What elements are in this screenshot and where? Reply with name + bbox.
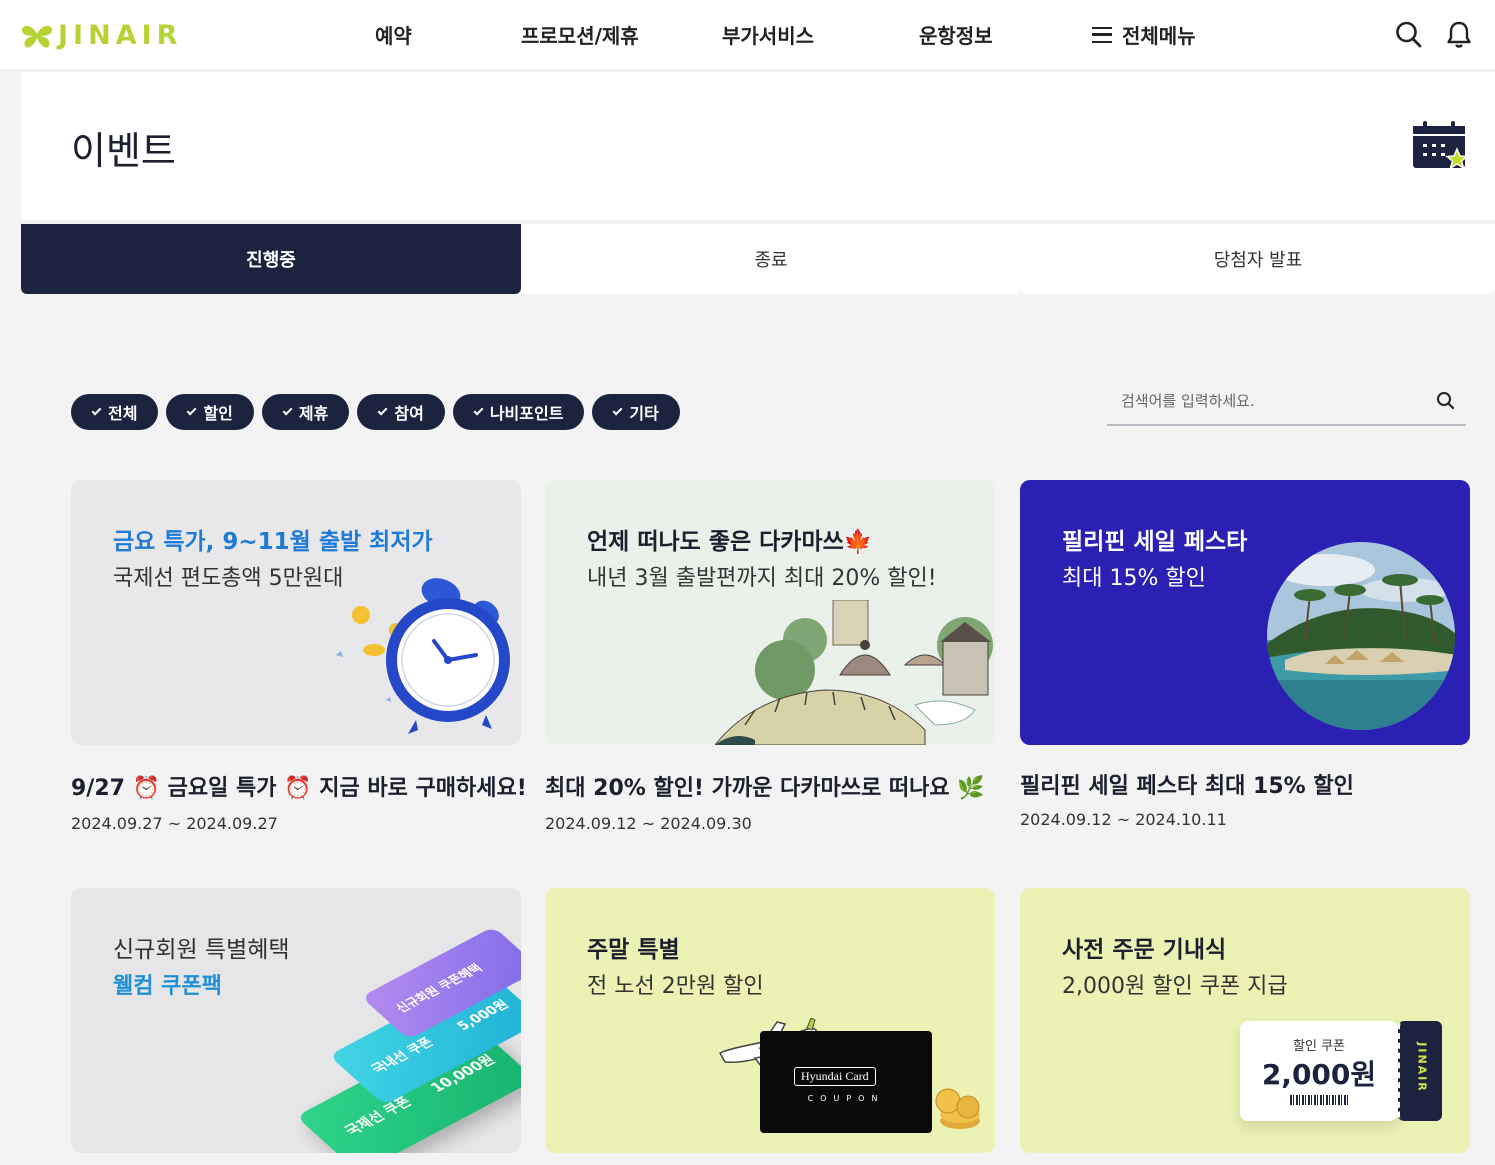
event-card[interactable]: 언제 떠나도 좋은 다카마쓰🍁 내년 3월 출발편까지 최대 20% 할인! 최…: [545, 480, 995, 833]
nav-promotion[interactable]: 프로모션/제휴: [521, 20, 639, 49]
hamburger-icon: [1092, 26, 1112, 43]
coupon-label: 국내선 쿠폰: [368, 1035, 438, 1077]
event-search: [1107, 379, 1466, 426]
tab-ended[interactable]: 종료: [521, 224, 1021, 294]
nav-flight-info[interactable]: 운항정보: [919, 20, 993, 49]
banner-subline: 내년 3월 출발편까지 최대 20% 할인!: [587, 566, 937, 591]
event-banner[interactable]: 금요 특가, 9~11월 출발 최저가 국제선 편도총액 5만원대: [71, 480, 521, 745]
coupon-label: 할인 쿠폰: [1293, 1039, 1345, 1054]
filter-label: 할인: [203, 404, 233, 423]
butterfly-icon: [22, 25, 52, 48]
event-title[interactable]: 필리핀 세일 페스타 최대 15% 할인: [1020, 768, 1354, 800]
check-icon: [377, 405, 388, 415]
takamatsu-illustration: [715, 600, 993, 745]
check-icon: [187, 405, 197, 415]
coupon-stack: 국제선 쿠폰 10,000원 국내선 쿠폰 5,000원 신규회원 쿠폰혜택: [296, 926, 521, 1153]
stub-wordmark: JINAIR: [1415, 1042, 1429, 1093]
check-icon: [612, 405, 623, 415]
tab-ongoing[interactable]: 진행중: [21, 224, 521, 294]
filter-participation[interactable]: 참여: [357, 394, 445, 430]
banner-headline: 금요 특가, 9~11월 출발 최저가: [113, 529, 433, 555]
hyundai-card: Hyundai Card COUPON: [760, 1031, 932, 1133]
banner-headline: 언제 떠나도 좋은 다카마쓰🍁: [587, 529, 873, 555]
calendar-star-icon: [1413, 121, 1469, 170]
banner-subline: 웰컴 쿠폰팩: [113, 974, 222, 999]
discount-coupon: 할인 쿠폰 2,000원: [1240, 1021, 1398, 1121]
event-card[interactable]: 신규회원 특별혜택 웰컴 쿠폰팩 국제선 쿠폰 10,000원 국내선 쿠폰 5…: [71, 888, 521, 1153]
coupon-value: 2,000원: [1261, 1058, 1377, 1091]
event-title[interactable]: 9/27 ⏰ 금요일 특가 ⏰ 지금 바로 구매하세요!: [71, 770, 527, 802]
nav-extra-services[interactable]: 부가서비스: [722, 20, 814, 49]
event-card[interactable]: 금요 특가, 9~11월 출발 최저가 국제선 편도총액 5만원대 9/27 ⏰…: [71, 480, 527, 833]
page-title-box: 이벤트: [21, 72, 1495, 220]
filter-label: 제휴: [298, 404, 329, 423]
event-date: 2024.09.12 ~ 2024.09.30: [545, 814, 752, 833]
tab-winners[interactable]: 당첨자 발표: [1021, 224, 1495, 294]
barcode: [1290, 1095, 1348, 1105]
event-card[interactable]: 주말 특별 전 노선 2만원 할인 Hyundai Card COUPON: [545, 888, 995, 1153]
banner-subline: 전 노선 2만원 할인: [587, 974, 764, 999]
filter-label: 나비포인트: [489, 404, 564, 423]
banner-headline: 필리핀 세일 페스타: [1062, 529, 1248, 555]
filter-discount[interactable]: 할인: [166, 394, 254, 430]
event-title[interactable]: 최대 20% 할인! 가까운 다카마쓰로 떠나요 🌿: [545, 770, 985, 802]
coins-icon: [935, 1088, 980, 1129]
filter-all[interactable]: 전체: [71, 394, 159, 430]
filter-etc[interactable]: 기타: [592, 394, 680, 430]
event-card[interactable]: 사전 주문 기내식 2,000원 할인 쿠폰 지급 할인 쿠폰 2,000원 J…: [1020, 888, 1470, 1153]
check-icon: [91, 405, 102, 415]
event-banner[interactable]: 필리핀 세일 페스타 최대 15% 할인: [1020, 480, 1470, 745]
jinair-logo[interactable]: JINAIR: [20, 20, 182, 51]
banner-subline: 최대 15% 할인: [1062, 566, 1206, 591]
full-menu-label: 전체메뉴: [1122, 24, 1196, 48]
event-banner[interactable]: 신규회원 특별혜택 웰컴 쿠폰팩 국제선 쿠폰 10,000원 국내선 쿠폰 5…: [71, 888, 521, 1153]
event-banner[interactable]: 사전 주문 기내식 2,000원 할인 쿠폰 지급 할인 쿠폰 2,000원 J…: [1020, 888, 1470, 1153]
search-button-icon[interactable]: [1434, 389, 1458, 413]
page-title: 이벤트: [71, 129, 176, 173]
card-sub: COUPON: [807, 1094, 885, 1103]
search-icon[interactable]: [1394, 18, 1424, 50]
nav-reservation[interactable]: 예약: [375, 20, 412, 49]
banner-headline: 신규회원 특별혜택: [113, 937, 290, 963]
banner-headline: 사전 주문 기내식: [1062, 937, 1227, 963]
banner-subline: 2,000원 할인 쿠폰 지급: [1062, 974, 1288, 999]
logo-wordmark: JINAIR: [58, 20, 183, 51]
search-input[interactable]: [1121, 387, 1421, 415]
filter-label: 참여: [394, 404, 424, 423]
nav-full-menu[interactable]: 전체메뉴: [1092, 20, 1196, 49]
filter-label: 기타: [629, 404, 659, 423]
filter-label: 전체: [108, 404, 138, 423]
check-icon: [473, 405, 484, 415]
bell-icon[interactable]: [1444, 18, 1474, 50]
top-header: JINAIR 예약 프로모션/제휴 부가서비스 운항정보 전체메뉴: [0, 0, 1495, 71]
event-date: 2024.09.27 ~ 2024.09.27: [71, 814, 278, 833]
alarm-clock-icon: [336, 578, 510, 734]
check-icon: [282, 405, 293, 415]
banner-subline: 국제선 편도총액 5만원대: [113, 566, 344, 591]
card-brand: Hyundai Card: [794, 1067, 876, 1086]
event-banner[interactable]: 주말 특별 전 노선 2만원 할인 Hyundai Card COUPON: [545, 888, 995, 1153]
filter-chips: 전체 할인 제휴 참여 나비포인트 기타: [71, 394, 688, 430]
coupon-stub: JINAIR: [1398, 1021, 1442, 1121]
event-banner[interactable]: 언제 떠나도 좋은 다카마쓰🍁 내년 3월 출발편까지 최대 20% 할인!: [545, 480, 995, 745]
filter-partnership[interactable]: 제휴: [261, 394, 350, 430]
filter-navi-point[interactable]: 나비포인트: [452, 394, 585, 430]
status-tabs: 진행중 종료 당첨자 발표: [21, 224, 1495, 294]
event-card[interactable]: 필리핀 세일 페스타 최대 15% 할인 필리핀 세일 페스타 최대 15% 할…: [1020, 480, 1470, 829]
island-photo: [1267, 542, 1455, 730]
banner-headline: 주말 특별: [587, 937, 680, 963]
event-date: 2024.09.12 ~ 2024.10.11: [1020, 810, 1227, 829]
